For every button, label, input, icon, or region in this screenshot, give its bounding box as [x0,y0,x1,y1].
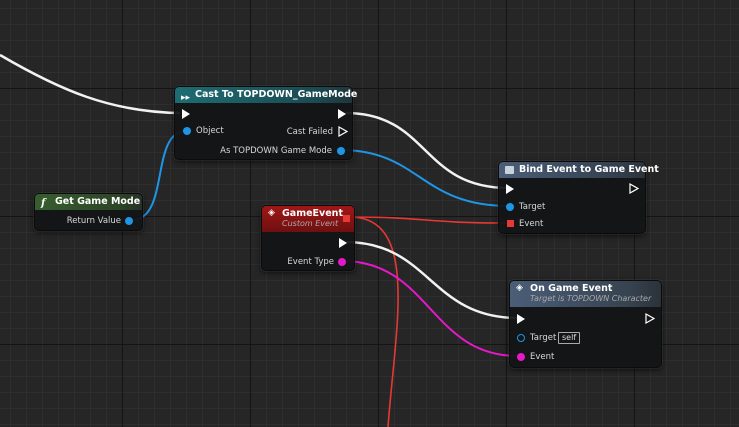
cast-exec-in-pin[interactable] [182,109,190,119]
on-game-event-subtitle: Target is TOPDOWN Character [530,294,652,303]
get-game-mode-header[interactable]: f Get Game Mode [35,194,142,210]
event-type-pin[interactable] [338,258,346,266]
return-value-pin[interactable] [125,217,133,225]
cast-object-label: Object [196,126,224,136]
on-event-pin[interactable] [517,353,525,361]
event-type-label: Event Type [287,257,334,267]
bind-event-delegate-pin[interactable] [507,220,514,227]
cast-node[interactable]: ▸▸ Cast To TOPDOWN_GameMode Object Cast … [174,86,357,160]
wire-gamemode-to-target [339,149,510,207]
bind-event-header[interactable]: Bind Event to Game Event [499,162,659,178]
on-event-label: Event [530,352,555,362]
on-target-label: Target [530,333,557,343]
wire-eventtype-to-event [341,260,519,357]
game-event-delegate-pin[interactable] [343,215,350,222]
on-game-event-header[interactable]: ◈ On Game Event Target is TOPDOWN Charac… [510,281,661,307]
event-diamond-icon: ◈ [516,283,523,293]
cast-node-title: Cast To TOPDOWN_GameMode [195,89,358,100]
get-game-mode-title: Get Game Mode [55,196,141,207]
bind-target-pin[interactable] [506,203,514,211]
bind-event-node[interactable]: Bind Event to Game Event Target Event [498,161,659,234]
wire-cast-exec-to-bind [344,111,510,190]
cast-arrows-icon: ▸▸ [181,93,191,103]
game-event-header[interactable]: ◈ GameEvent Custom Event [262,206,354,232]
bind-target-label: Target [519,202,546,212]
function-icon: f [41,198,46,209]
cast-failed-exec-pin[interactable] [338,126,348,137]
bind-event-title: Bind Event to Game Event [519,164,659,175]
on-game-event-node[interactable]: ◈ On Game Event Target is TOPDOWN Charac… [509,280,662,368]
event-diamond-icon: ◈ [268,208,275,218]
wire-delegate-down [349,216,399,427]
get-game-mode-node[interactable]: f Get Game Mode Return Value [34,193,143,231]
game-event-node[interactable]: ◈ GameEvent Custom Event Event Type [261,205,355,271]
target-self-field[interactable]: self [558,332,581,344]
on-exec-in-pin[interactable] [517,314,525,324]
wire-exec-into-cast [0,53,181,115]
wire-gameevent-exec-to-on [344,240,519,320]
wire-delegate-to-event [349,216,510,224]
bind-event-label: Event [519,219,544,229]
bind-exec-out-pin[interactable] [629,183,639,194]
game-event-exec-out-pin[interactable] [339,238,347,248]
return-value-label: Return Value [66,216,121,226]
cast-failed-label: Cast Failed [286,127,333,137]
bind-exec-in-pin[interactable] [506,184,514,194]
cast-object-pin[interactable] [183,127,191,135]
as-game-mode-label: As TOPDOWN Game Mode [220,146,332,156]
on-target-pin[interactable] [517,334,525,342]
function-box-icon [505,166,514,174]
as-game-mode-pin[interactable] [337,147,345,155]
cast-node-header[interactable]: ▸▸ Cast To TOPDOWN_GameMode [175,87,357,103]
on-exec-out-pin[interactable] [645,313,655,324]
cast-exec-out-pin[interactable] [338,109,346,119]
